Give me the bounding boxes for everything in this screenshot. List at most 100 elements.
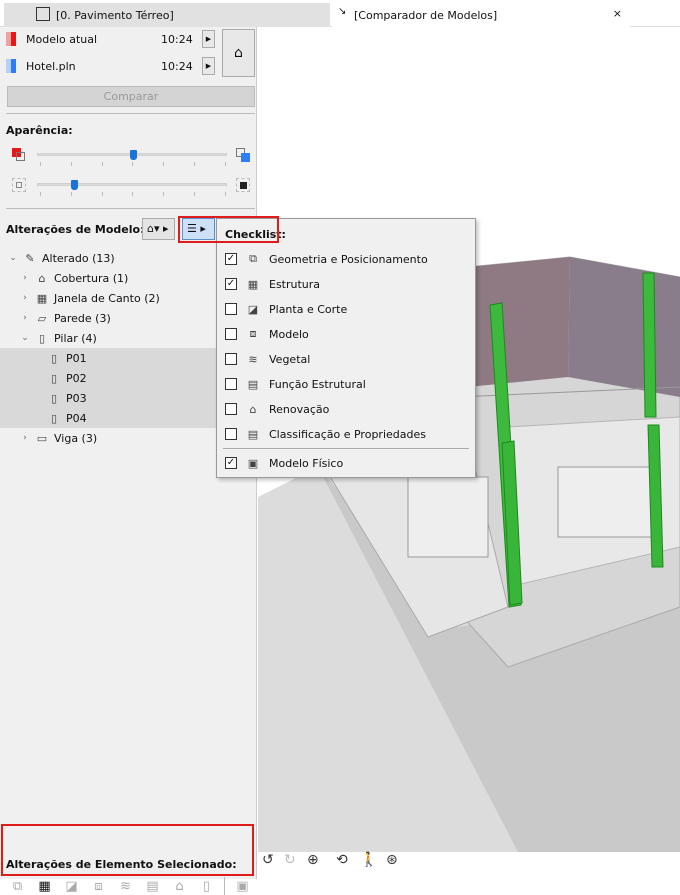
undo-view-icon[interactable]: ↺ <box>262 852 274 868</box>
checklist-item-label: Planta e Corte <box>269 302 348 316</box>
checkbox[interactable] <box>225 403 237 415</box>
expand-caret[interactable]: › <box>20 313 30 323</box>
highlight-box <box>178 216 279 243</box>
compare-button[interactable]: Comparar <box>7 86 255 107</box>
column-icon: ▯ <box>50 371 58 385</box>
tab-label: [Comparador de Modelos] <box>354 8 498 22</box>
checkbox[interactable] <box>225 353 237 365</box>
checkbox[interactable] <box>225 378 237 390</box>
checklist-item[interactable]: ⌂ Renovação <box>225 400 329 418</box>
checklist-item[interactable]: ✓ ▣ Modelo Físico <box>225 454 343 472</box>
high-detail-icon <box>236 178 250 192</box>
checklist-item[interactable]: ✓ ⧉ Geometria e Posicionamento <box>225 250 428 268</box>
physical-model-icon: ▣ <box>247 456 259 470</box>
walk-icon[interactable]: 🚶 <box>360 852 377 868</box>
tab-model-compare[interactable]: ↘ [Comparador de Modelos] × <box>332 3 630 27</box>
checklist-item-label: Renovação <box>269 402 330 416</box>
column-icon: ▯ <box>38 331 46 345</box>
filter-button[interactable]: ⌂▾ ▸ <box>142 218 175 240</box>
detail-slider[interactable] <box>37 180 227 190</box>
tab-floor-plan[interactable]: [0. Pavimento Térreo] <box>4 3 330 27</box>
expand-caret[interactable]: ⌄ <box>8 253 18 263</box>
checklist-item-label: Função Estrutural <box>269 377 366 391</box>
tree-item-label: Pilar (4) <box>54 331 97 345</box>
checklist-item-label: Modelo Físico <box>269 456 344 470</box>
model-hotel-menu-button[interactable]: ▶ <box>202 57 215 75</box>
swap-models-button[interactable]: ⌂ <box>222 29 255 77</box>
checklist-popup: Checklist: ✓ ⧉ Geometria e Posicionamento ✓… <box>216 218 476 478</box>
model-row-current[interactable]: Modelo atual 10:24 <box>6 32 193 46</box>
column-icon: ▯ <box>50 391 58 405</box>
tree-item-label: P04 <box>66 411 87 425</box>
slider-thumb[interactable] <box>70 180 78 190</box>
compare-icon: ↘ <box>338 6 347 17</box>
floor-plan-icon <box>36 7 50 21</box>
opacity-slider[interactable] <box>37 150 227 160</box>
low-detail-icon <box>12 178 26 192</box>
checklist-item[interactable]: ✓ ▦ Estrutura <box>225 275 320 293</box>
expand-caret[interactable]: ⌄ <box>20 333 30 343</box>
classification-icon: ▤ <box>247 427 259 441</box>
corner-window-icon: ▦ <box>36 291 48 305</box>
checklist-item[interactable]: ▤ Função Estrutural <box>225 375 366 393</box>
checklist-item[interactable]: ⧈ Modelo <box>225 325 309 343</box>
checklist-item[interactable]: ◪ Planta e Corte <box>225 300 347 318</box>
house-compare-icon: ⌂ <box>234 45 243 61</box>
classification-icon[interactable]: ▯ <box>193 879 220 894</box>
model-time: 10:24 <box>161 59 193 73</box>
tree-item-label: Parede (3) <box>54 311 111 325</box>
redo-view-icon[interactable]: ↻ <box>284 852 296 868</box>
checkbox[interactable] <box>225 303 237 315</box>
close-tab-button[interactable]: × <box>613 7 622 20</box>
blue-layer-icon <box>236 148 252 164</box>
zoom-in-icon[interactable]: ⊕ <box>307 852 319 868</box>
model-changes-heading: Alterações de Modelo: <box>6 223 145 236</box>
tree-item-label: P03 <box>66 391 87 405</box>
model-row-hotel[interactable]: Hotel.pln 10:24 <box>6 59 193 73</box>
checklist-item-label: Estrutura <box>269 277 321 291</box>
physical-model-icon[interactable]: ▣ <box>229 879 256 894</box>
vegetal-icon[interactable]: ≋ <box>112 879 139 894</box>
wall-icon: ▱ <box>37 311 47 325</box>
checkbox[interactable]: ✓ <box>225 253 237 265</box>
checkbox[interactable] <box>225 328 237 340</box>
plan-section-icon[interactable]: ◪ <box>58 879 85 894</box>
tree-item-label: P01 <box>66 351 87 365</box>
checklist-item-label: Modelo <box>269 327 309 341</box>
checklist-item[interactable]: ≋ Vegetal <box>225 350 310 368</box>
renovation-icon[interactable]: ⌂ <box>166 879 193 894</box>
checklist-item-label: Classificação e Propriedades <box>269 427 426 441</box>
structural-function-icon: ▤ <box>247 377 259 391</box>
tree-item-label: Cobertura (1) <box>54 271 129 285</box>
checklist-item-label: Geometria e Posicionamento <box>269 252 428 266</box>
fit-view-icon[interactable]: ⊛ <box>386 852 398 868</box>
slider-thumb[interactable] <box>129 150 137 160</box>
column-icon: ▯ <box>50 411 58 425</box>
pencil-icon: ✎ <box>25 251 35 265</box>
geometry-icon[interactable]: ⧉ <box>4 879 31 894</box>
model-icon[interactable]: ⧈ <box>85 879 112 894</box>
expand-caret[interactable]: › <box>20 293 30 303</box>
model-current-menu-button[interactable]: ▶ <box>202 30 215 48</box>
plan-section-icon: ◪ <box>247 302 259 316</box>
tab-label: [0. Pavimento Térreo] <box>56 8 174 22</box>
model-name: Hotel.pln <box>26 59 76 73</box>
checklist-item-label: Vegetal <box>269 352 311 366</box>
checkbox[interactable]: ✓ <box>225 278 237 290</box>
renovation-icon: ⌂ <box>249 402 257 416</box>
checkbox[interactable]: ✓ <box>225 457 237 469</box>
checkbox[interactable] <box>225 428 237 440</box>
orbit-icon[interactable]: ⟲ <box>336 852 348 868</box>
red-layer-icon <box>12 148 26 162</box>
structural-function-icon[interactable]: ▤ <box>139 879 166 894</box>
geometry-icon: ⧉ <box>249 252 257 265</box>
expand-caret[interactable]: › <box>20 433 30 443</box>
column-p03 <box>642 272 657 418</box>
tree-item-label: Janela de Canto (2) <box>54 291 160 305</box>
tree-item-label: Alterado (13) <box>42 251 115 265</box>
structure-icon[interactable]: ▦ <box>31 879 58 894</box>
tree-item-label: Viga (3) <box>54 431 98 445</box>
expand-caret[interactable]: › <box>20 273 30 283</box>
model-time: 10:24 <box>161 32 193 46</box>
checklist-item[interactable]: ▤ Classificação e Propriedades <box>225 425 426 443</box>
